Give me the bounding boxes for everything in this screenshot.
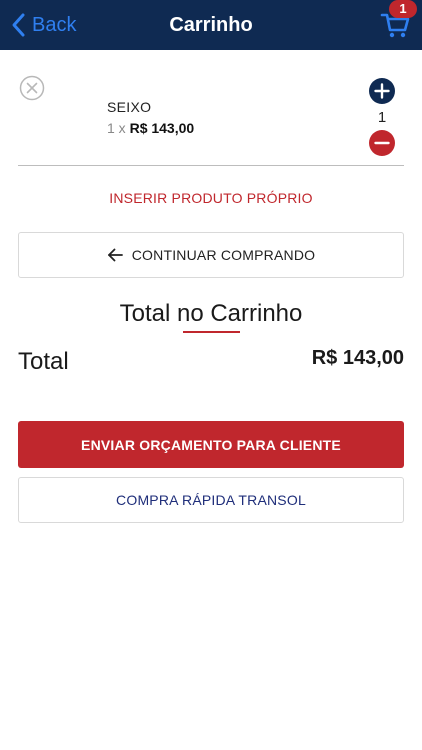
cart-item-price-line: 1 x R$ 143,00 <box>107 120 194 136</box>
total-label: Total <box>18 348 69 375</box>
increase-quantity-button[interactable] <box>368 77 396 105</box>
arrow-left-icon <box>107 248 123 262</box>
minus-circle-icon <box>369 130 395 156</box>
cart-count-badge: 1 <box>389 0 417 18</box>
total-value: R$ 143,00 <box>311 347 404 369</box>
close-circle-icon <box>19 75 45 101</box>
cart-item-qty-prefix: 1 x <box>107 120 126 136</box>
divider <box>18 165 404 166</box>
cart-item-name: SEIXO <box>107 99 152 115</box>
navbar: Back Carrinho 1 <box>0 0 422 50</box>
plus-circle-icon <box>369 78 395 104</box>
send-quote-label: ENVIAR ORÇAMENTO PARA CLIENTE <box>81 436 341 453</box>
insert-own-product-link[interactable]: INSERIR PRODUTO PRÓPRIO <box>0 190 422 206</box>
send-quote-button[interactable]: ENVIAR ORÇAMENTO PARA CLIENTE <box>18 421 404 468</box>
cart-item-quantity: 1 <box>377 109 387 126</box>
quick-purchase-button[interactable]: COMPRA RÁPIDA TRANSOL <box>18 477 404 523</box>
cart-item-price: R$ 143,00 <box>129 120 195 136</box>
continue-shopping-button[interactable]: CONTINUAR COMPRANDO <box>18 232 404 278</box>
continue-shopping-label: CONTINUAR COMPRANDO <box>131 247 316 263</box>
page-title: Carrinho <box>169 14 253 36</box>
heading-underline <box>183 331 240 333</box>
cart-total-heading: Total no Carrinho <box>119 300 303 327</box>
remove-item-button[interactable] <box>19 75 45 101</box>
decrease-quantity-button[interactable] <box>368 129 396 157</box>
quick-purchase-label: COMPRA RÁPIDA TRANSOL <box>116 492 306 508</box>
